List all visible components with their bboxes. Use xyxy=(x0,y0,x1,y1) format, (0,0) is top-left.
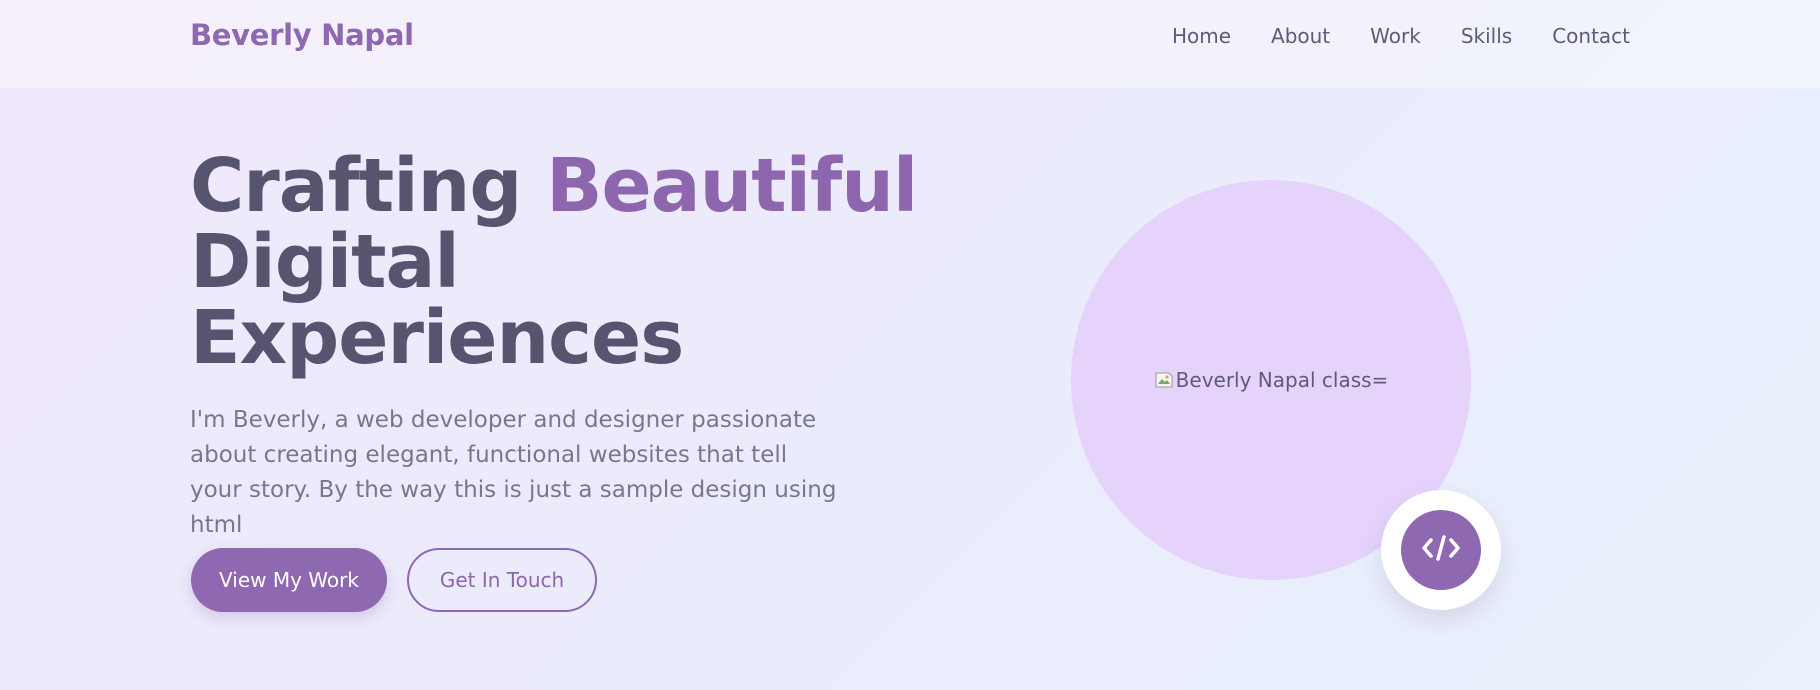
nav-link-home[interactable]: Home xyxy=(1172,24,1231,48)
broken-image-icon xyxy=(1154,370,1174,390)
nav-link-skills[interactable]: Skills xyxy=(1461,24,1512,48)
site-header: Beverly Napal Home About Work Skills Con… xyxy=(0,0,1820,88)
hero-title: Crafting Beautiful Digital Experiences xyxy=(190,148,950,376)
get-in-touch-button[interactable]: Get In Touch xyxy=(407,548,597,612)
portrait-alt-text: Beverly Napal class= xyxy=(1175,368,1389,392)
brand-logo[interactable]: Beverly Napal xyxy=(190,18,414,52)
portrait-image-placeholder: Beverly Napal class= xyxy=(1154,368,1389,392)
nav-link-about[interactable]: About xyxy=(1271,24,1330,48)
nav-link-work[interactable]: Work xyxy=(1370,24,1421,48)
nav-link-contact[interactable]: Contact xyxy=(1552,24,1630,48)
code-icon xyxy=(1419,530,1463,570)
main-nav: Home About Work Skills Contact xyxy=(1172,24,1630,48)
hero-title-line3: Experiences xyxy=(190,295,684,381)
hero-title-line2: Digital xyxy=(190,219,460,305)
view-my-work-button[interactable]: View My Work xyxy=(191,548,387,612)
hero-title-accent: Beautiful xyxy=(546,143,918,229)
code-badge-inner xyxy=(1401,510,1481,590)
hero-description: I'm Beverly, a web developer and designe… xyxy=(190,407,837,538)
code-badge xyxy=(1381,490,1501,610)
hero-title-part1: Crafting xyxy=(190,143,547,229)
